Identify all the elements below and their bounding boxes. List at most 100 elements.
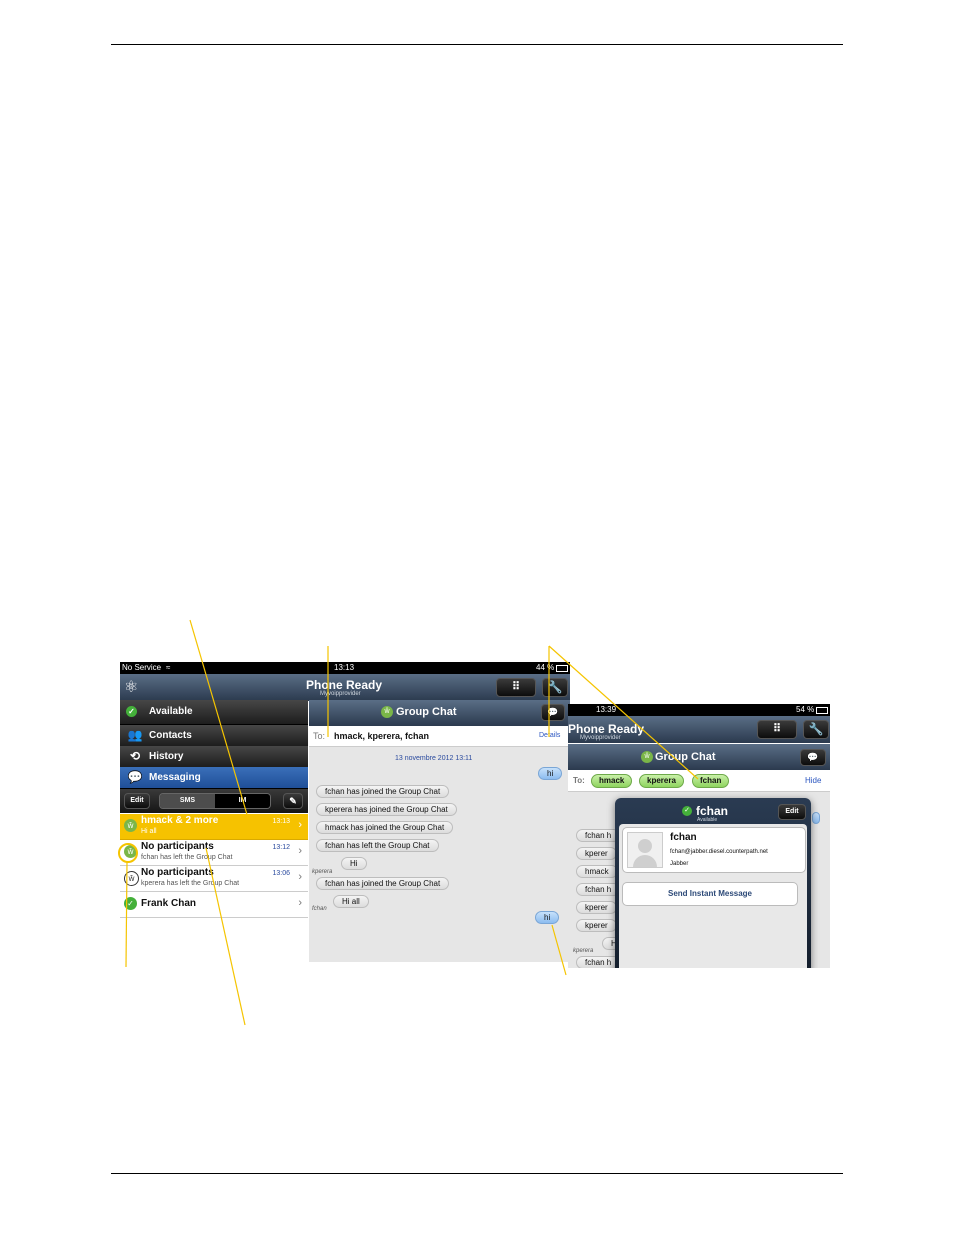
chat-date: 13 novembre 2012 13:11	[395, 755, 473, 762]
wifi-icon: ≈	[166, 663, 171, 672]
contact-name: fchan	[670, 832, 697, 843]
battery-icon	[816, 707, 828, 714]
edit-button[interactable]: Edit	[124, 793, 150, 809]
sender-label: kperera	[312, 869, 333, 875]
chevron-right-icon: ›	[298, 845, 302, 857]
conversation-preview: fchan has left the Group Chat	[141, 854, 233, 861]
available-check-icon: ✓	[124, 897, 137, 910]
conversation-row[interactable]: ŵ No participants fchan has left the Gro…	[120, 840, 308, 866]
to-label: To:	[573, 776, 585, 785]
message-bubble: fchan h	[576, 829, 621, 842]
group-chat-icon: ŵ	[124, 871, 139, 886]
message-bubble: kperer	[576, 901, 617, 914]
chat-options-button[interactable]: 💬	[541, 704, 565, 721]
group-chat-icon: ŵ	[641, 751, 653, 763]
message-bubble: fchan has left the Group Chat	[316, 839, 439, 852]
available-check-icon: ✓	[682, 806, 692, 816]
conversation-row[interactable]: ŵ No participants kperera has left the G…	[120, 866, 308, 892]
message-bubble: fchan has joined the Group Chat	[316, 877, 450, 890]
status-time: 13:39	[596, 705, 617, 714]
conversation-time: 13:13	[272, 818, 290, 825]
sender-label: fchan	[312, 906, 327, 912]
dialpad-button[interactable]: ⠿	[496, 678, 536, 697]
messaging-toolbar: Edit SMS IM ✎	[120, 789, 308, 813]
conversation-row[interactable]: ✓ Frank Chan ›	[120, 892, 308, 918]
battery-label: 44 %	[536, 663, 555, 672]
conversation-name: No participants	[141, 867, 214, 878]
conversation-preview: Hi all	[141, 828, 157, 835]
sender-label: kperera	[573, 948, 594, 954]
message-bubble: fchan h	[576, 956, 621, 968]
conversation-time: 13:12	[272, 844, 290, 851]
participant-pill[interactable]: hmack	[591, 774, 633, 788]
carrier-label: No Service	[122, 663, 162, 672]
status-time: 13:13	[334, 663, 355, 672]
hide-link[interactable]: Hide	[805, 776, 821, 785]
ipad-contact-popover-screenshot: 13:39 54 % Phone Ready Myvoipprovider ⠿ …	[568, 704, 830, 968]
message-bubble: hmack	[576, 865, 618, 878]
dialpad-button[interactable]: ⠿	[757, 720, 797, 739]
chat-options-button[interactable]: 💬	[800, 749, 826, 766]
message-bubble: kperer	[576, 919, 617, 932]
avatar	[627, 832, 663, 868]
chevron-right-icon: ›	[298, 819, 302, 831]
conversation-name: Frank Chan	[141, 898, 197, 909]
contact-popover: ✓ fchan Available Edit fchan fchan@jabbe…	[615, 798, 811, 968]
message-bubble	[812, 812, 820, 824]
popover-edit-button[interactable]: Edit	[778, 804, 806, 820]
presence-status[interactable]: ✓ Available	[120, 700, 308, 725]
sms-im-segmented-control: SMS IM	[159, 793, 271, 809]
compose-button[interactable]: ✎	[283, 793, 303, 809]
participant-pill[interactable]: fchan	[692, 774, 730, 788]
chevron-right-icon: ›	[298, 871, 302, 883]
message-bubble: kperer	[576, 847, 617, 860]
status-bar: 13:39 54 %	[568, 704, 830, 716]
message-bubble: fchan h	[576, 883, 621, 896]
conversation-name: No participants	[141, 841, 214, 852]
presence-label: Available	[149, 706, 193, 717]
settings-button[interactable]: 🔧	[542, 678, 568, 697]
nav-title: Phone Ready	[568, 722, 645, 736]
sidebar-item-messaging[interactable]: 💬 Messaging	[120, 767, 308, 789]
sidebar-item-contacts[interactable]: 👥 Contacts	[120, 725, 308, 747]
chat-title: Group Chat	[396, 706, 457, 718]
contact-service: Jabber	[670, 861, 689, 867]
popover-status: Available	[697, 817, 718, 823]
participant-pill[interactable]: kperera	[639, 774, 684, 788]
sidebar-item-label: History	[149, 751, 184, 762]
contact-address: fchan@jabber.diesel.counterpath.net	[670, 849, 768, 855]
sidebar-item-label: Messaging	[149, 772, 201, 783]
popover-title: fchan	[696, 804, 729, 818]
tab-sms[interactable]: SMS	[160, 794, 215, 808]
battery-label: 54 %	[796, 705, 815, 714]
message-bubble: hi	[538, 767, 563, 780]
message-bubble: kperera has joined the Group Chat	[316, 803, 457, 816]
status-bar: No Service ≈ 13:13 44 %	[120, 662, 570, 674]
tab-im[interactable]: IM	[215, 794, 270, 808]
contact-card: fchan fchan@jabber.diesel.counterpath.ne…	[622, 827, 806, 873]
chevron-right-icon: ›	[298, 897, 302, 909]
contacts-icon: 👥	[127, 728, 143, 742]
group-chat-icon: ŵ	[381, 706, 393, 718]
chat-header: ŵ Group Chat 💬	[568, 744, 830, 770]
callout-lines	[118, 619, 699, 1026]
nav-subtitle: Myvoipprovider	[320, 691, 361, 697]
person-icon	[638, 839, 652, 853]
send-instant-message-button[interactable]: Send Instant Message	[622, 882, 798, 906]
sidebar-item-label: Contacts	[149, 730, 192, 741]
group-chat-icon: ŵ	[124, 819, 137, 832]
conversation-time: 13:06	[272, 870, 290, 877]
details-link[interactable]: Details	[539, 726, 560, 746]
ipad-messaging-screenshot: No Service ≈ 13:13 44 % ⚛ Phone Ready My…	[120, 662, 570, 962]
conversation-row[interactable]: ŵ hmack & 2 more Hi all 13:13 ›	[120, 814, 308, 840]
to-label: To:	[313, 731, 326, 741]
to-recipients[interactable]: hmack, kperera, fchan	[334, 726, 429, 746]
app-logo-icon[interactable]: ⚛	[124, 677, 138, 697]
chat-pane: To: hmack, kperera, fchan Details 13 nov…	[309, 726, 570, 962]
top-nav-bar: Phone Ready Myvoipprovider ⠿ 🔧	[568, 716, 830, 743]
settings-button[interactable]: 🔧	[803, 720, 829, 739]
to-bar: To: hmack, kperera, fchan Details	[309, 726, 570, 747]
message-bubble: hmack has joined the Group Chat	[316, 821, 454, 834]
sidebar-item-history[interactable]: ⟲ History	[120, 746, 308, 768]
messaging-icon: 💬	[127, 770, 143, 784]
